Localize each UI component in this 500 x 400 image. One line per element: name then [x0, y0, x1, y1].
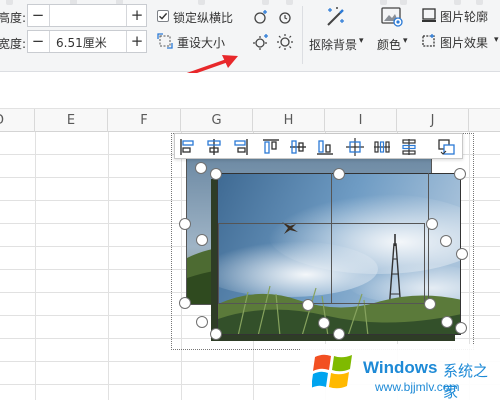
picture-outline-button[interactable]: 图片轮廓	[440, 8, 488, 25]
ribbon-tick	[262, 0, 269, 5]
resize-handle[interactable]	[333, 328, 345, 340]
align-center-icon[interactable]	[204, 137, 224, 157]
ribbon-tick	[400, 0, 407, 5]
rotate-icon[interactable]	[276, 8, 294, 26]
flip-icon[interactable]	[252, 33, 270, 51]
picture-outline-icon[interactable]	[421, 7, 437, 23]
align-middle-icon[interactable]	[288, 137, 308, 157]
resize-handle[interactable]	[210, 328, 222, 340]
ribbon-tick	[286, 0, 293, 5]
resize-handle[interactable]	[179, 297, 191, 309]
column-header-row: D E F G H I J	[0, 108, 500, 132]
ribbon-tick	[6, 0, 13, 5]
spinner-divider	[49, 5, 50, 26]
ribbon-tick	[380, 0, 387, 5]
picture-effects-button[interactable]: 图片效果	[440, 34, 488, 51]
ribbon-separator	[302, 6, 303, 64]
watermark-url: www.bjjmlv.com	[375, 380, 460, 394]
reset-size-button[interactable]: 重设大小	[177, 34, 225, 51]
chevron-down-icon[interactable]: ▾	[403, 36, 408, 46]
layout-options-icon[interactable]	[437, 137, 457, 157]
chevron-down-icon[interactable]: ▾	[494, 35, 499, 45]
resize-handle[interactable]	[195, 162, 207, 174]
column-header-g[interactable]: G	[181, 109, 253, 132]
distribute-horizontal-icon[interactable]	[372, 137, 392, 157]
column-header-j[interactable]: J	[397, 109, 469, 132]
align-left-icon[interactable]	[178, 137, 198, 157]
align-floating-toolbar	[174, 133, 463, 159]
color-button[interactable]: 颜色	[377, 36, 401, 53]
front-picture[interactable]	[217, 173, 461, 335]
resize-handle[interactable]	[302, 299, 314, 311]
resize-handle[interactable]	[455, 322, 467, 334]
picture-effects-icon[interactable]	[421, 33, 437, 49]
picture-color-icon[interactable]	[380, 6, 404, 28]
align-top-icon[interactable]	[261, 137, 281, 157]
width-value[interactable]: 6.51厘米	[56, 34, 107, 51]
resize-handle[interactable]	[441, 316, 453, 328]
grid-column-line	[35, 132, 36, 400]
grid-column-line	[108, 132, 109, 400]
reset-size-icon[interactable]	[157, 33, 173, 49]
align-right-icon[interactable]	[230, 137, 250, 157]
windows-logo-icon	[312, 354, 352, 389]
lock-ratio-label[interactable]: 锁定纵横比	[173, 9, 233, 26]
rotate-add-icon[interactable]	[252, 8, 270, 26]
remove-background-button[interactable]: 抠除背景	[309, 36, 357, 53]
width-decrease-button[interactable]: −	[28, 31, 48, 52]
align-center-both-icon[interactable]	[345, 137, 365, 157]
height-label: 高度:	[0, 11, 27, 25]
ribbon-tick	[476, 0, 483, 5]
resize-handle[interactable]	[426, 218, 438, 230]
column-header-f[interactable]: F	[108, 109, 181, 132]
column-header-i[interactable]: I	[325, 109, 397, 132]
column-header-e[interactable]: E	[35, 109, 108, 132]
resize-handle[interactable]	[333, 168, 345, 180]
ribbon-tick	[454, 0, 461, 5]
spinner-divider	[49, 31, 50, 52]
resize-handle[interactable]	[454, 168, 466, 180]
watermark-brand: Windows	[363, 358, 438, 377]
watermark: Windows 系统之家 www.bjjmlv.com	[300, 344, 500, 400]
width-label: 宽度:	[0, 37, 27, 51]
chevron-down-icon[interactable]: ▾	[359, 36, 364, 46]
resize-handle[interactable]	[456, 248, 468, 260]
height-decrease-button[interactable]: −	[28, 5, 48, 26]
resize-handle[interactable]	[318, 317, 330, 329]
resize-handle[interactable]	[179, 218, 191, 230]
column-header-d[interactable]: D	[0, 109, 35, 132]
column-header-h[interactable]: H	[253, 109, 325, 132]
distribute-vertical-icon[interactable]	[399, 137, 419, 157]
lock-ratio-checkbox[interactable]	[157, 10, 169, 22]
brightness-icon[interactable]	[276, 33, 294, 51]
resize-handle[interactable]	[210, 168, 222, 180]
resize-handle[interactable]	[424, 298, 436, 310]
resize-handle[interactable]	[440, 235, 452, 247]
height-spinner[interactable]: − +	[27, 4, 147, 27]
magic-wand-icon[interactable]	[322, 4, 348, 30]
width-increase-button[interactable]: +	[127, 31, 147, 52]
bird-and-tower-photo	[218, 174, 460, 334]
width-spinner[interactable]: − 6.51厘米 +	[27, 30, 147, 53]
height-increase-button[interactable]: +	[127, 5, 147, 26]
ribbon-tick	[198, 0, 205, 5]
picture-tools-ribbon: 高度: − + 宽度: − 6.51厘米 + 锁定纵横比 重设大小 抠除背景 ▾…	[0, 0, 500, 72]
check-icon	[159, 12, 168, 20]
resize-handle[interactable]	[196, 316, 208, 328]
resize-handle[interactable]	[196, 234, 208, 246]
align-bottom-icon[interactable]	[315, 137, 335, 157]
